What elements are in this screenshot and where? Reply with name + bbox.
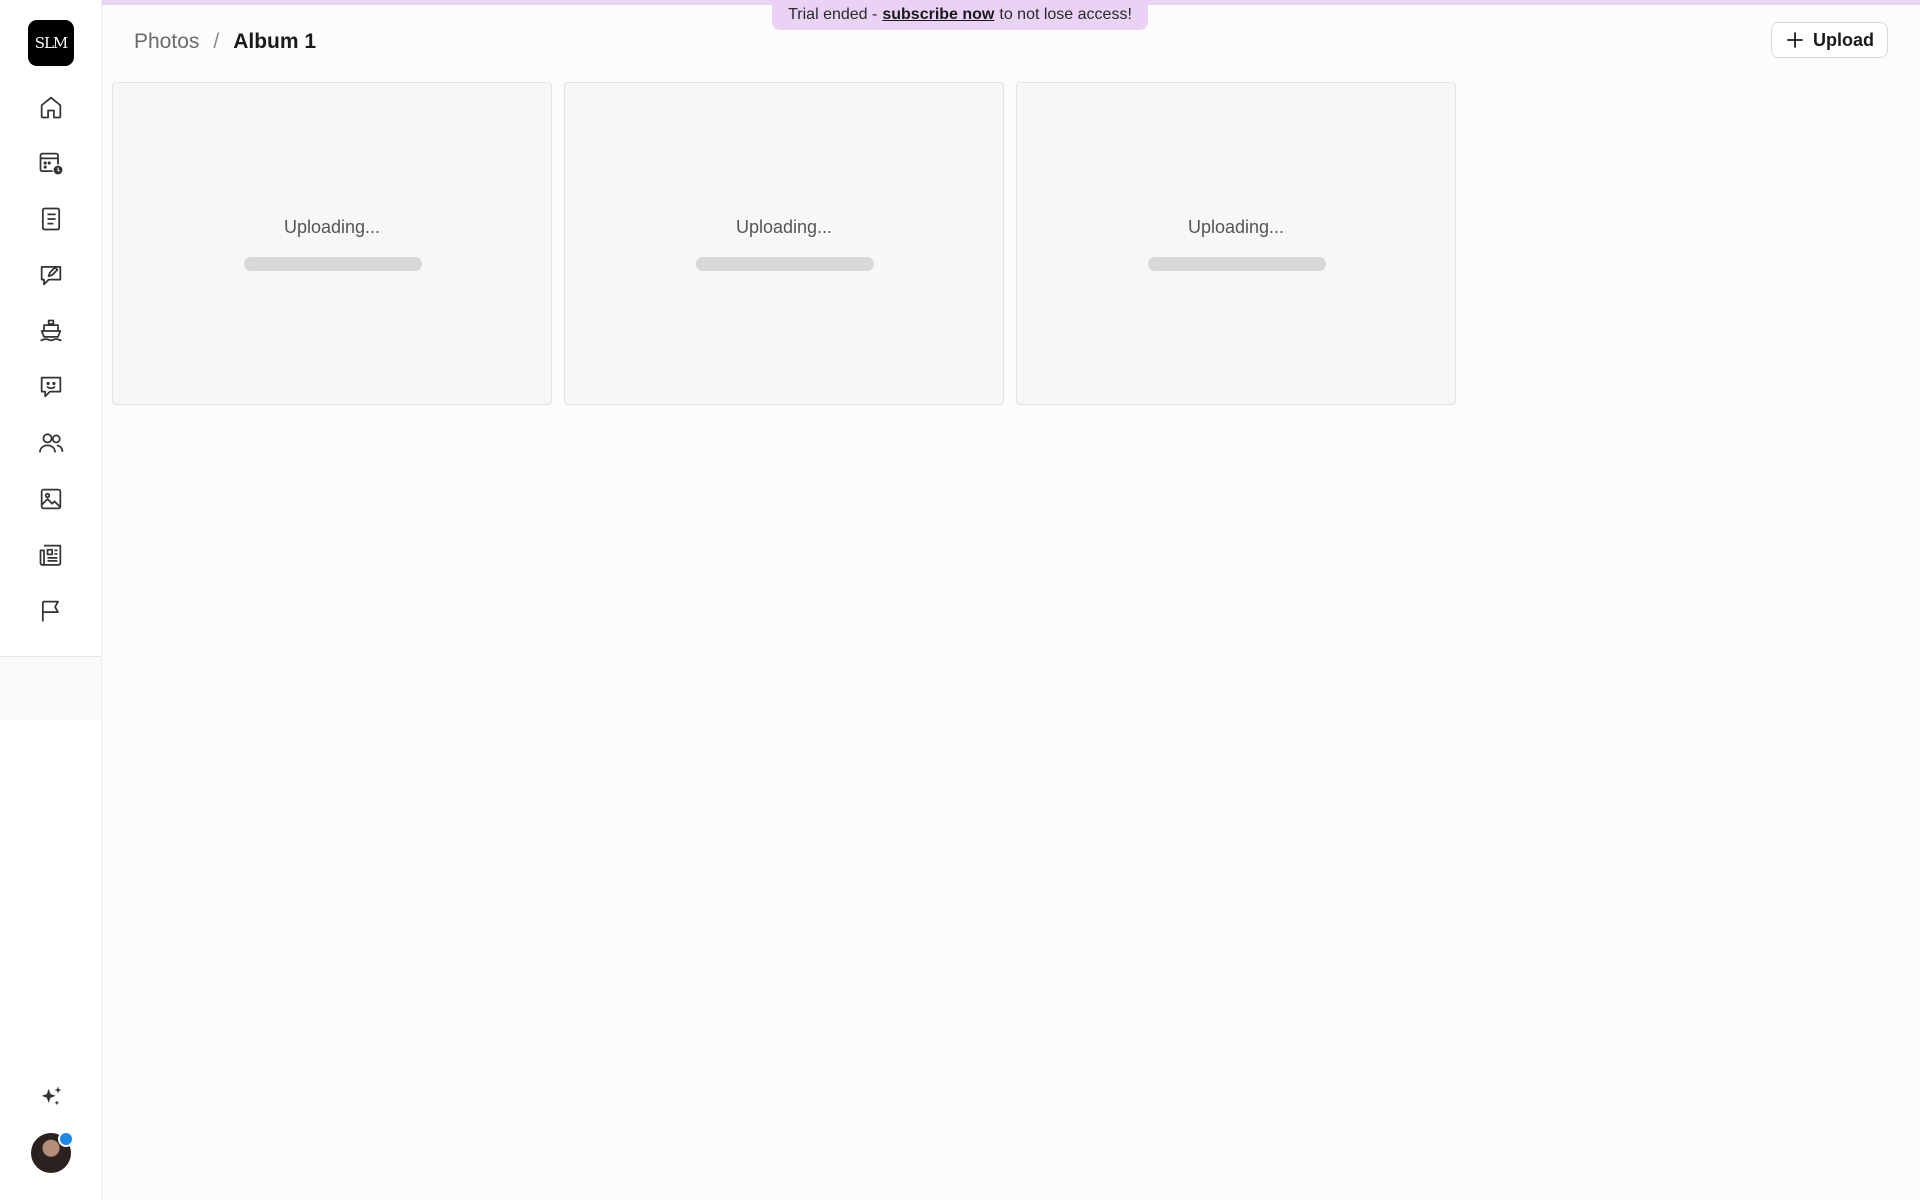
photo-card[interactable]: Uploading... — [1016, 82, 1456, 405]
sidebar-item-feedback[interactable] — [28, 364, 74, 410]
page-title: Album 1 — [233, 30, 317, 53]
app-logo[interactable]: SLM — [28, 20, 74, 66]
sidebar: SLM — [0, 0, 102, 1200]
calendar-clock-icon — [39, 152, 64, 176]
plus-icon — [1787, 32, 1803, 48]
status-dot — [58, 1131, 74, 1147]
sidebar-item-photos[interactable] — [28, 476, 74, 522]
photo-card[interactable]: Uploading... — [112, 82, 552, 405]
ship-icon — [40, 319, 62, 342]
ai-assistant-button[interactable] — [28, 1074, 74, 1120]
flag-icon — [41, 600, 59, 622]
sidebar-item-news[interactable] — [28, 532, 74, 578]
trial-banner-prefix: Trial ended - — [788, 6, 878, 23]
breadcrumb-separator: / — [213, 30, 220, 53]
sparkles-icon — [41, 1086, 62, 1106]
newspaper-icon — [39, 544, 62, 566]
avatar[interactable] — [31, 1131, 74, 1173]
image-icon — [40, 488, 62, 510]
sidebar-item-reports[interactable] — [28, 588, 74, 634]
trial-banner: Trial ended - subscribe now to not lose … — [772, 0, 1148, 30]
smile-message-icon — [40, 376, 62, 398]
upload-button-label: Upload — [1813, 29, 1874, 50]
upload-progress-bar — [696, 257, 874, 271]
upload-progress-bar — [244, 257, 422, 271]
breadcrumb-photos[interactable]: Photos — [134, 30, 199, 54]
upload-progress-bar — [1148, 257, 1326, 271]
upload-status: Uploading... — [283, 217, 381, 237]
sidebar-item-compose[interactable] — [28, 252, 74, 298]
upload-button[interactable]: Upload — [1771, 22, 1888, 58]
home-icon — [40, 96, 62, 119]
photo-card[interactable]: Uploading... — [564, 82, 1004, 405]
trial-banner-suffix: to not lose access! — [999, 6, 1132, 23]
sidebar-item-contacts[interactable] — [28, 420, 74, 466]
sidebar-item-home[interactable] — [28, 84, 74, 130]
sidebar-item-shipping[interactable] — [28, 308, 74, 354]
subscribe-link[interactable]: subscribe now — [882, 6, 994, 24]
sidebar-section — [0, 657, 101, 720]
users-icon — [39, 433, 64, 453]
edit-message-icon — [40, 265, 62, 286]
upload-status: Uploading... — [1187, 217, 1285, 237]
sidebar-item-schedule[interactable] — [28, 140, 74, 186]
breadcrumb: Photos / Album 1 — [134, 27, 316, 57]
app-window: SLM Trial ended - subscribe now to not l… — [0, 0, 1920, 1200]
notebook-icon — [41, 207, 61, 231]
sidebar-item-notes[interactable] — [28, 196, 74, 242]
upload-status: Uploading... — [735, 217, 833, 237]
